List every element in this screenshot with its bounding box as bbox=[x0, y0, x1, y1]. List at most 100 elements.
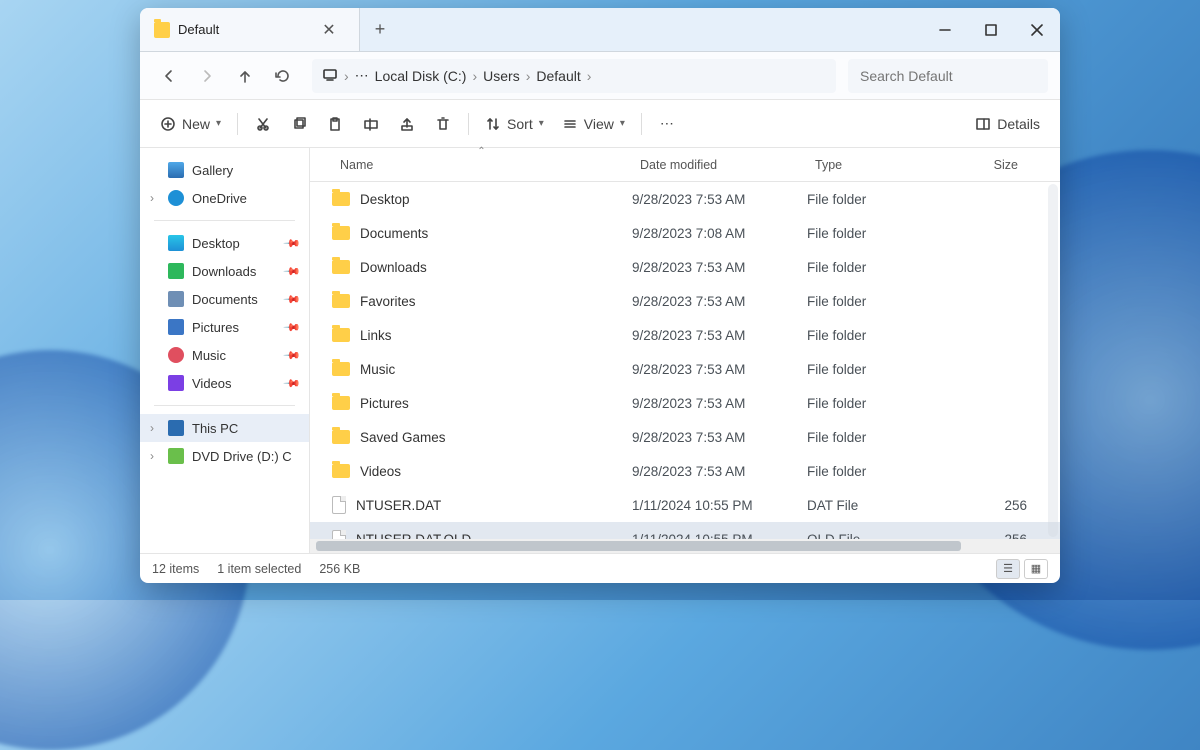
file-name: Favorites bbox=[360, 294, 416, 309]
file-name: Downloads bbox=[360, 260, 427, 275]
sidebar-item-this-pc[interactable]: This PC bbox=[140, 414, 309, 442]
column-type[interactable]: Type bbox=[807, 148, 957, 181]
breadcrumb[interactable]: › ⋯ Local Disk (C:) › Users › Default › bbox=[312, 59, 836, 93]
sidebar-item-pictures[interactable]: Pictures 📌 bbox=[140, 313, 309, 341]
sort-button[interactable]: Sort ▾ bbox=[477, 107, 552, 141]
thumbnails-view-toggle[interactable]: ▦ bbox=[1024, 559, 1048, 579]
more-button[interactable]: ⋯ bbox=[650, 107, 684, 141]
window-controls bbox=[922, 8, 1060, 52]
details-label: Details bbox=[997, 116, 1040, 132]
file-row[interactable]: Links 9/28/2023 7:53 AM File folder bbox=[310, 318, 1060, 352]
sort-indicator-icon: ⌃ bbox=[477, 146, 485, 157]
pin-icon: 📌 bbox=[283, 290, 302, 309]
file-row[interactable]: NTUSER.DAT 1/11/2024 10:55 PM DAT File 2… bbox=[310, 488, 1060, 522]
ic-downloads-icon bbox=[168, 263, 184, 279]
delete-button[interactable] bbox=[426, 107, 460, 141]
horizontal-scrollbar[interactable] bbox=[310, 539, 1060, 553]
new-button[interactable]: New ▾ bbox=[152, 107, 229, 141]
sidebar-item-music[interactable]: Music 📌 bbox=[140, 341, 309, 369]
file-row[interactable]: Downloads 9/28/2023 7:53 AM File folder bbox=[310, 250, 1060, 284]
pin-icon: 📌 bbox=[283, 374, 302, 393]
file-date: 9/28/2023 7:53 AM bbox=[632, 294, 807, 309]
file-name: Links bbox=[360, 328, 392, 343]
nav-bar: › ⋯ Local Disk (C:) › Users › Default › bbox=[140, 52, 1060, 100]
rename-button[interactable] bbox=[354, 107, 388, 141]
back-button[interactable] bbox=[152, 59, 186, 93]
refresh-button[interactable] bbox=[266, 59, 300, 93]
sidebar-item-dvd-drive-(d:)-c[interactable]: DVD Drive (D:) C bbox=[140, 442, 309, 470]
copy-button[interactable] bbox=[282, 107, 316, 141]
file-row[interactable]: Saved Games 9/28/2023 7:53 AM File folde… bbox=[310, 420, 1060, 454]
details-view-toggle[interactable]: ☰ bbox=[996, 559, 1020, 579]
file-date: 9/28/2023 7:53 AM bbox=[632, 430, 807, 445]
file-date: 9/28/2023 7:08 AM bbox=[632, 226, 807, 241]
pin-icon: 📌 bbox=[283, 318, 302, 337]
body: Gallery OneDrive Desktop 📌 Downloads 📌 D… bbox=[140, 148, 1060, 553]
file-date: 9/28/2023 7:53 AM bbox=[632, 260, 807, 275]
file-name: Videos bbox=[360, 464, 401, 479]
status-bar: 12 items 1 item selected 256 KB ☰ ▦ bbox=[140, 553, 1060, 583]
column-size[interactable]: Size bbox=[957, 148, 1027, 181]
file-row[interactable]: Documents 9/28/2023 7:08 AM File folder bbox=[310, 216, 1060, 250]
column-headers: ⌃ Name Date modified Type Size bbox=[310, 148, 1060, 182]
file-date: 9/28/2023 7:53 AM bbox=[632, 328, 807, 343]
file-name: NTUSER.DAT.OLD bbox=[356, 532, 471, 540]
sidebar-item-onedrive[interactable]: OneDrive bbox=[140, 184, 309, 212]
pin-icon: 📌 bbox=[283, 234, 302, 253]
file-row[interactable]: Music 9/28/2023 7:53 AM File folder bbox=[310, 352, 1060, 386]
minimize-button[interactable] bbox=[922, 8, 968, 52]
crumb-2[interactable]: Default bbox=[536, 68, 580, 84]
ic-documents-icon bbox=[168, 291, 184, 307]
scrollbar-thumb[interactable] bbox=[316, 541, 961, 551]
sidebar-item-documents[interactable]: Documents 📌 bbox=[140, 285, 309, 313]
file-row[interactable]: Favorites 9/28/2023 7:53 AM File folder bbox=[310, 284, 1060, 318]
sidebar-item-label: Documents bbox=[192, 292, 258, 307]
new-label: New bbox=[182, 116, 210, 132]
sidebar-item-gallery[interactable]: Gallery bbox=[140, 156, 309, 184]
crumb-0[interactable]: Local Disk (C:) bbox=[375, 68, 467, 84]
file-type: File folder bbox=[807, 226, 957, 241]
close-tab-button[interactable]: ✕ bbox=[313, 20, 345, 40]
ic-dvd-icon bbox=[168, 448, 184, 464]
file-icon bbox=[332, 496, 346, 514]
title-bar: Default ✕ + bbox=[140, 8, 1060, 52]
file-row[interactable]: NTUSER.DAT.OLD 1/11/2024 10:55 PM OLD Fi… bbox=[310, 522, 1060, 539]
selection-count: 1 item selected bbox=[217, 562, 301, 576]
file-row[interactable]: Videos 9/28/2023 7:53 AM File folder bbox=[310, 454, 1060, 488]
file-date: 9/28/2023 7:53 AM bbox=[632, 464, 807, 479]
view-label: View bbox=[584, 116, 614, 132]
column-date[interactable]: Date modified bbox=[632, 148, 807, 181]
file-date: 9/28/2023 7:53 AM bbox=[632, 192, 807, 207]
file-list[interactable]: Desktop 9/28/2023 7:53 AM File folder Do… bbox=[310, 182, 1060, 539]
file-type: File folder bbox=[807, 362, 957, 377]
maximize-button[interactable] bbox=[968, 8, 1014, 52]
file-type: File folder bbox=[807, 430, 957, 445]
new-tab-button[interactable]: + bbox=[360, 19, 400, 40]
sort-label: Sort bbox=[507, 116, 533, 132]
chevron-down-icon: ▾ bbox=[620, 118, 625, 129]
sidebar-item-desktop[interactable]: Desktop 📌 bbox=[140, 229, 309, 257]
file-row[interactable]: Pictures 9/28/2023 7:53 AM File folder bbox=[310, 386, 1060, 420]
folder-icon bbox=[332, 294, 350, 308]
close-window-button[interactable] bbox=[1014, 8, 1060, 52]
share-button[interactable] bbox=[390, 107, 424, 141]
paste-button[interactable] bbox=[318, 107, 352, 141]
folder-icon bbox=[332, 362, 350, 376]
view-button[interactable]: View ▾ bbox=[554, 107, 633, 141]
sidebar-item-videos[interactable]: Videos 📌 bbox=[140, 369, 309, 397]
tab-current[interactable]: Default ✕ bbox=[140, 8, 360, 51]
overflow-icon[interactable]: ⋯ bbox=[355, 67, 369, 84]
sidebar[interactable]: Gallery OneDrive Desktop 📌 Downloads 📌 D… bbox=[140, 148, 310, 553]
details-pane-button[interactable]: Details bbox=[967, 107, 1048, 141]
crumb-1[interactable]: Users bbox=[483, 68, 520, 84]
file-name: NTUSER.DAT bbox=[356, 498, 441, 513]
sidebar-item-label: Videos bbox=[192, 376, 232, 391]
forward-button[interactable] bbox=[190, 59, 224, 93]
sidebar-item-downloads[interactable]: Downloads 📌 bbox=[140, 257, 309, 285]
search-input[interactable] bbox=[848, 59, 1048, 93]
column-name[interactable]: ⌃ Name bbox=[332, 148, 632, 181]
up-button[interactable] bbox=[228, 59, 262, 93]
file-date: 9/28/2023 7:53 AM bbox=[632, 362, 807, 377]
cut-button[interactable] bbox=[246, 107, 280, 141]
file-row[interactable]: Desktop 9/28/2023 7:53 AM File folder bbox=[310, 182, 1060, 216]
